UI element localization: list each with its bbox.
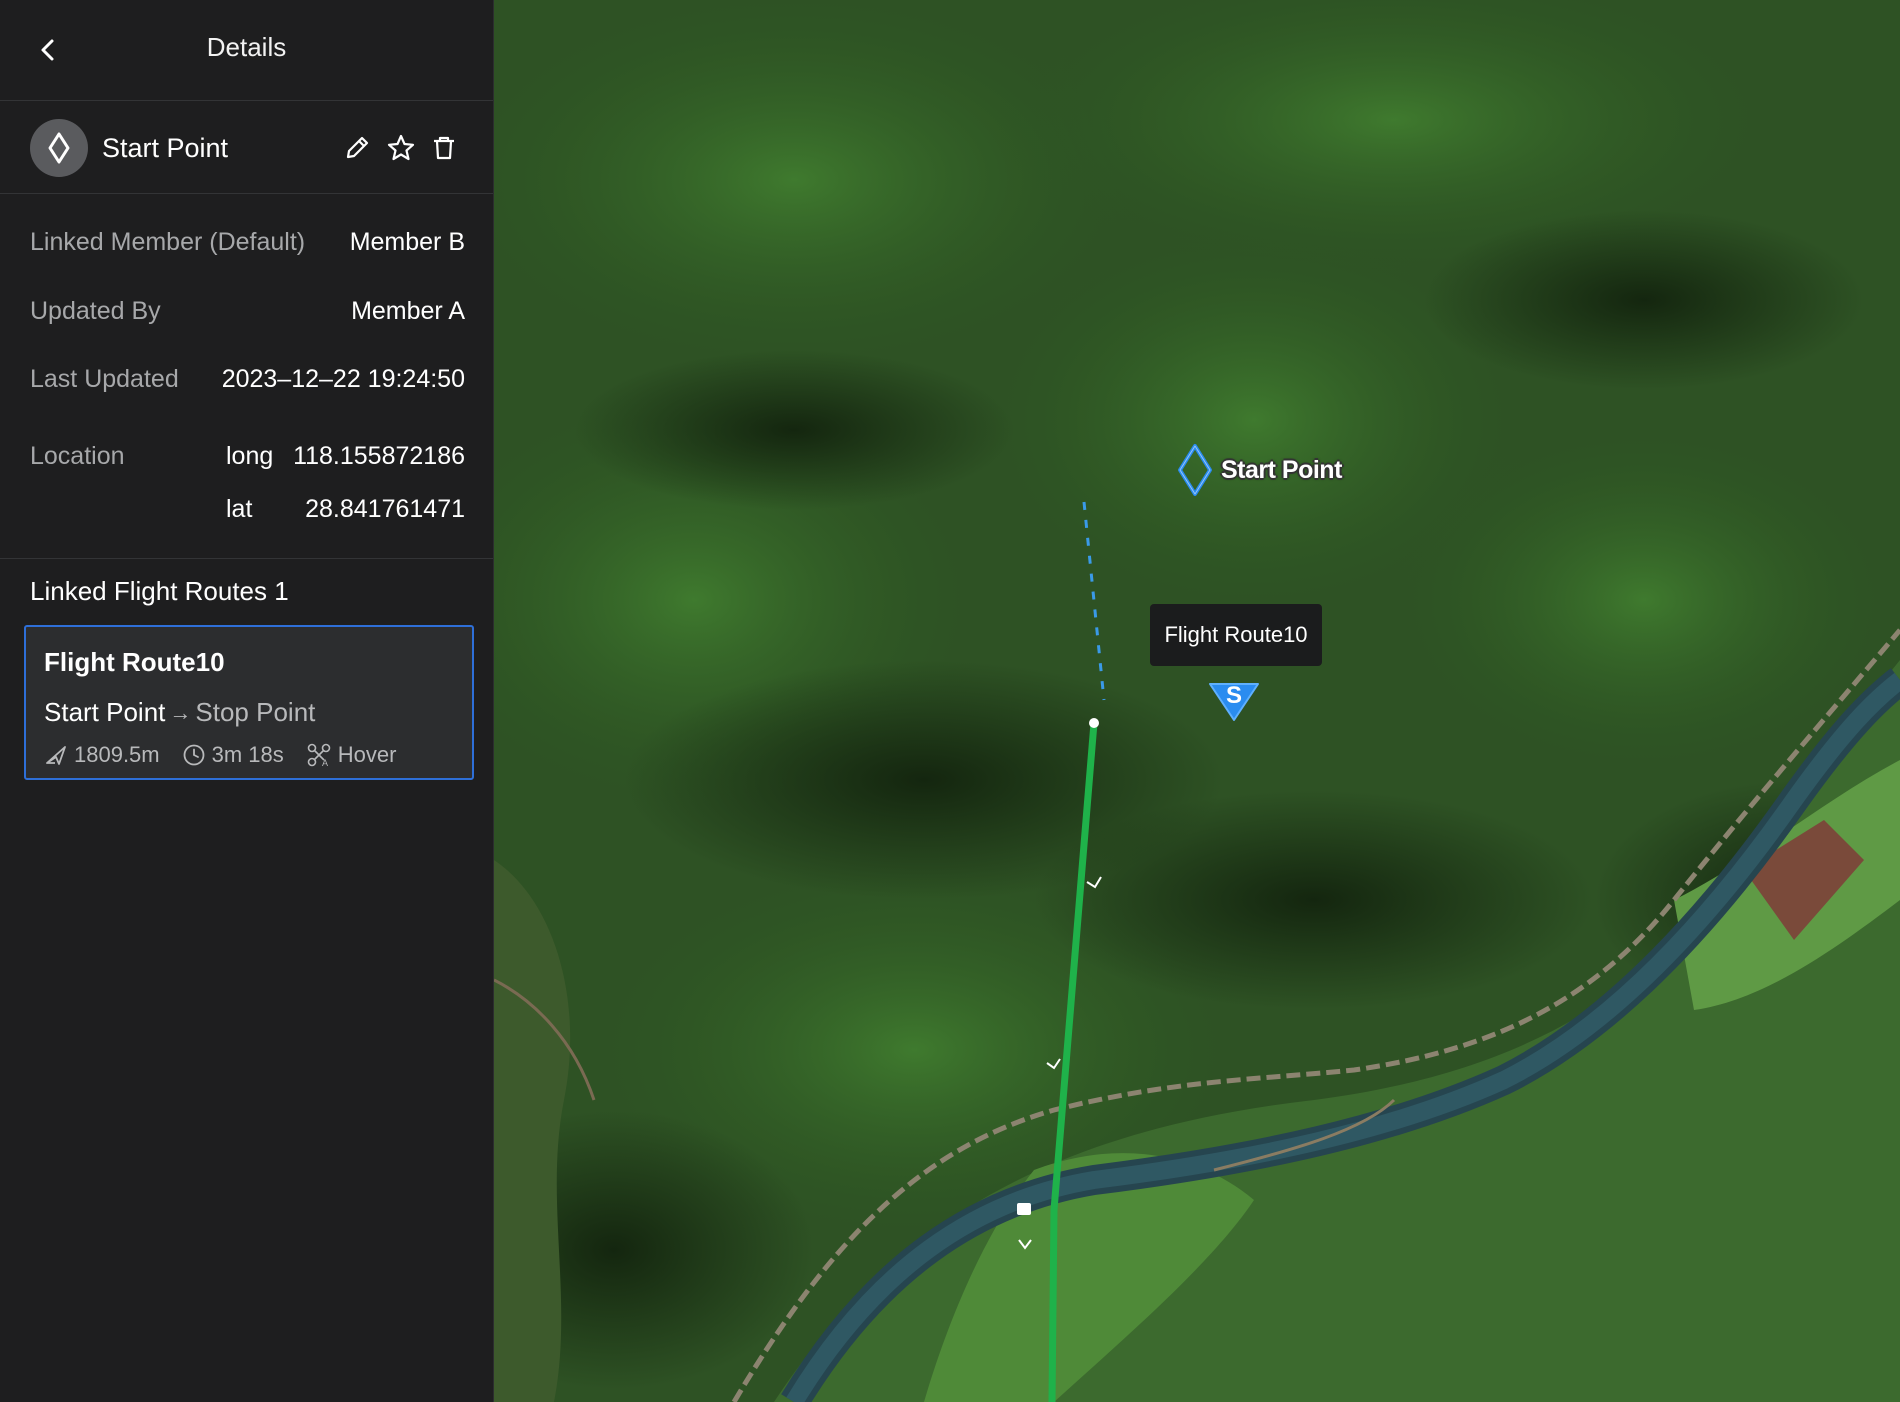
clock-icon [183, 744, 205, 766]
start-marker-letter: S [1225, 682, 1242, 709]
svg-text:A: A [322, 758, 328, 767]
drone-hover-icon: A [307, 743, 331, 767]
route-card[interactable]: Flight Route10 Start Point → Stop Point … [24, 625, 474, 780]
latitude-value: 28.841761471 [305, 495, 465, 523]
pencil-icon [346, 136, 369, 159]
updated-by-value: Member A [351, 297, 465, 325]
route-to: Stop Point [195, 697, 316, 727]
longitude-label: long [226, 442, 274, 470]
route-path: Start Point → Stop Point [44, 697, 315, 728]
route-start-marker[interactable]: S [1206, 680, 1262, 724]
route-from: Start Point [44, 697, 166, 727]
right-arrow-icon: → [169, 699, 192, 725]
linked-routes-title: Linked Flight Routes 1 [30, 576, 289, 606]
diamond-waypoint-icon [48, 132, 70, 164]
details-panel: Details Start Point Linked Member (Defau… [0, 0, 494, 1402]
route-distance: 1809.5m [44, 742, 160, 768]
favorite-button[interactable] [384, 131, 418, 165]
trash-icon [434, 136, 454, 160]
start-point-map-label: Start Point [1221, 456, 1342, 484]
longitude-value: 118.155872186 [293, 442, 465, 470]
waypoint-avatar [30, 119, 88, 177]
page-title: Details [206, 32, 287, 62]
linked-member-label: Linked Member (Default) [30, 228, 306, 256]
updated-by-label: Updated By [30, 297, 161, 325]
latitude-label: lat [226, 495, 253, 523]
last-updated-value: 2023–12–22 19:24:50 [221, 365, 465, 393]
start-point-marker-icon[interactable] [1176, 442, 1214, 502]
location-label: Location [30, 442, 125, 470]
point-name: Start Point [102, 133, 229, 163]
route-duration-value: 3m 18s [211, 742, 284, 767]
point-summary: Start Point [0, 101, 493, 194]
map-terrain [494, 0, 1900, 1402]
route-finish-action-value: Hover [337, 742, 397, 767]
route-distance-value: 1809.5m [74, 742, 160, 767]
last-updated-label: Last Updated [30, 365, 179, 393]
route-finish-action: A Hover [306, 742, 397, 768]
route-name: Flight Route10 [44, 647, 225, 677]
star-icon [387, 134, 415, 161]
delete-button[interactable] [427, 131, 461, 165]
send-distance-icon [46, 746, 66, 765]
satellite-map[interactable]: Start Point Flight Route10 S [494, 0, 1900, 1402]
linked-member-value: Member B [349, 228, 465, 256]
edit-button[interactable] [340, 131, 374, 165]
route-meta: 1809.5m 3m 18s A Hover [44, 742, 418, 768]
route-tooltip: Flight Route10 [1150, 604, 1322, 666]
point-info: Linked Member (Default) Member B Updated… [0, 194, 493, 559]
panel-header: Details [0, 0, 493, 101]
route-duration: 3m 18s [182, 742, 284, 768]
